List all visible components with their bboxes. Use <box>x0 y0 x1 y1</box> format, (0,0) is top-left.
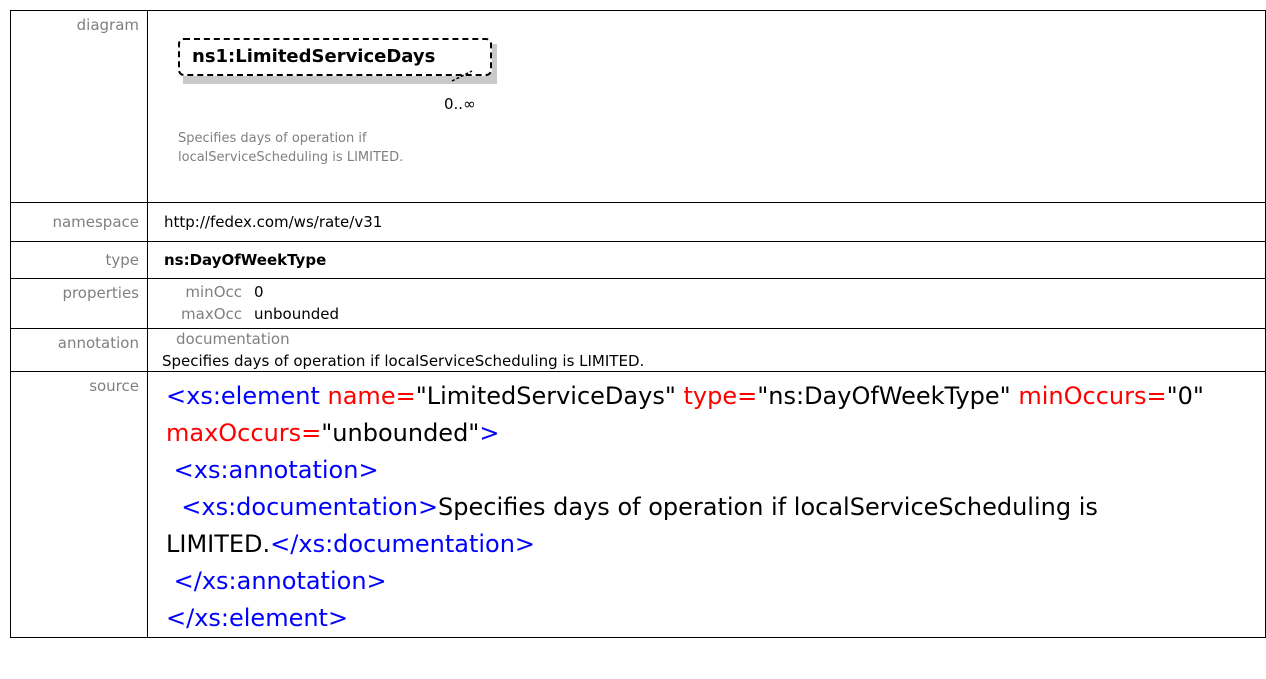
namespace-value: http://fedex.com/ws/rate/v31 <box>147 202 1266 242</box>
property-key: maxOcc <box>181 305 242 323</box>
schema-diagram: ns1:LimitedServiceDays 0..∞ Specifies da… <box>148 11 1265 202</box>
annotation-row: annotation documentation Specifies days … <box>10 328 1266 372</box>
xml-tag: </xs:documentation> <box>270 530 536 558</box>
xml-attr-value: "unbounded" <box>321 419 480 447</box>
xml-bracket: > <box>479 419 500 447</box>
type-row: type ns:DayOfWeekType <box>10 241 1266 279</box>
xml-tag: <xs:documentation> <box>181 493 439 521</box>
namespace-row: namespace http://fedex.com/ws/rate/v31 <box>10 202 1266 242</box>
element-name: LimitedServiceDays <box>235 46 436 67</box>
annotation-heading: documentation <box>176 330 290 348</box>
xml-tag: </xs:annotation> <box>173 567 387 595</box>
properties-row: properties minOcc 0 maxOcc unbounded <box>10 278 1266 329</box>
row-label: diagram <box>10 10 148 203</box>
row-label: properties <box>10 278 148 329</box>
xml-tag: <xs:element <box>166 382 320 410</box>
property-value: 0 <box>254 283 264 301</box>
occurrence-label: 0..∞ <box>444 95 476 113</box>
diagram-annotation: Specifies days of operation if localServ… <box>178 131 404 165</box>
element-prefix: ns1: <box>192 46 236 67</box>
row-label: namespace <box>10 202 148 242</box>
property-value: unbounded <box>254 305 339 323</box>
xml-attr-value: "0" <box>1166 382 1204 410</box>
xml-tag: </xs:element> <box>166 604 349 632</box>
xml-attr-value: "LimitedServiceDays" <box>415 382 676 410</box>
source-code: <xs:element name="LimitedServiceDays" ty… <box>166 372 1265 637</box>
xml-text: LIMITED. <box>166 530 271 558</box>
element-box[interactable]: ns1:LimitedServiceDays <box>178 38 492 76</box>
xml-attr-name: maxOccurs= <box>166 419 322 447</box>
children-indicator-icon <box>451 70 473 82</box>
row-label: source <box>10 371 148 638</box>
xml-attr-value: "ns:DayOfWeekType" <box>757 382 1011 410</box>
properties-cell: minOcc 0 maxOcc unbounded <box>147 278 1266 329</box>
xml-tag: <xs:annotation> <box>173 456 379 484</box>
xml-attr-name: minOccurs= <box>1018 382 1167 410</box>
source-cell: <xs:element name="LimitedServiceDays" ty… <box>147 371 1266 638</box>
xml-attr-name: type= <box>683 382 758 410</box>
element-documentation-table: diagram ns1:LimitedServiceDays 0..∞ Spec… <box>10 10 1266 638</box>
source-row: source <xs:element name="LimitedServiceD… <box>10 371 1266 638</box>
diagram-cell: ns1:LimitedServiceDays 0..∞ Specifies da… <box>147 10 1266 203</box>
row-label: type <box>10 241 148 279</box>
diagram-row: diagram ns1:LimitedServiceDays 0..∞ Spec… <box>10 10 1266 203</box>
property-key: minOcc <box>185 283 242 301</box>
row-label: annotation <box>10 328 148 372</box>
xml-attr-name: name= <box>327 382 416 410</box>
annotation-text: Specifies days of operation if localServ… <box>162 352 645 370</box>
annotation-cell: documentation Specifies days of operatio… <box>147 328 1266 372</box>
xml-text: Specifies days of operation if localServ… <box>438 493 1098 521</box>
type-value[interactable]: ns:DayOfWeekType <box>147 241 1266 279</box>
properties-grid: minOcc 0 maxOcc unbounded <box>162 279 1265 325</box>
